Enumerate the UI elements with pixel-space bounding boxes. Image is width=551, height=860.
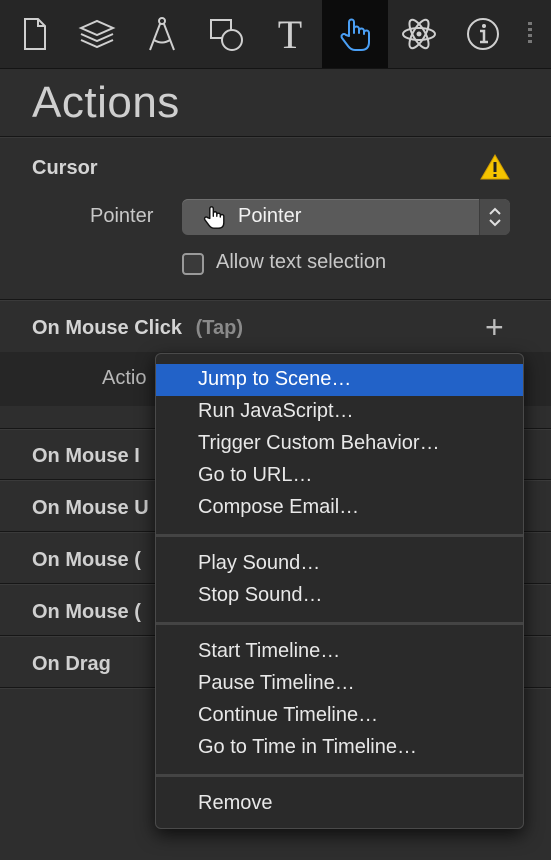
menu-item-compose-email[interactable]: Compose Email…	[156, 492, 523, 524]
menu-separator	[156, 774, 523, 777]
on-mouse-down-heading[interactable]: On Mouse I	[32, 445, 140, 468]
menu-item-jump-to-scene[interactable]: Jump to Scene…	[156, 364, 523, 396]
on-mouse-up-heading[interactable]: On Mouse U	[32, 497, 149, 520]
metrics-tab[interactable]	[131, 0, 193, 68]
text-tab[interactable]: T	[259, 0, 321, 68]
toolbar-overflow-grip[interactable]	[528, 22, 532, 46]
menu-item-go-to-url[interactable]: Go to URL…	[156, 460, 523, 492]
on-mouse-click-heading: On Mouse Click (Tap)	[32, 317, 243, 340]
inspector-toolbar: T	[0, 0, 551, 69]
add-action-button[interactable]: +	[485, 311, 504, 343]
info-icon	[467, 18, 499, 50]
shapes-icon	[210, 19, 243, 51]
pointer-label: Pointer	[90, 205, 154, 227]
menu-item-trigger-custom-behavior[interactable]: Trigger Custom Behavior…	[156, 428, 523, 460]
document-tab[interactable]	[4, 0, 66, 68]
allow-text-selection-label[interactable]: Allow text selection	[216, 251, 386, 274]
menu-item-pause-timeline[interactable]: Pause Timeline…	[156, 668, 523, 700]
action-popup-menu: Jump to Scene… Run JavaScript… Trigger C…	[155, 353, 524, 829]
menu-item-stop-sound[interactable]: Stop Sound…	[156, 580, 523, 612]
warning-icon[interactable]	[480, 153, 510, 181]
divider	[0, 136, 551, 138]
atom-icon	[402, 18, 436, 50]
action-label: Actio	[102, 367, 147, 389]
compass-icon	[149, 17, 175, 51]
document-icon	[24, 18, 46, 50]
menu-item-remove[interactable]: Remove	[156, 788, 523, 820]
scene-tab[interactable]	[66, 0, 128, 68]
menu-item-start-timeline[interactable]: Start Timeline…	[156, 636, 523, 668]
pointer-select-value: Pointer	[238, 205, 302, 227]
hand-pointer-icon	[340, 18, 370, 51]
layers-icon	[78, 19, 116, 49]
select-arrows-icon	[479, 199, 510, 235]
menu-item-play-sound[interactable]: Play Sound…	[156, 548, 523, 580]
menu-separator	[156, 622, 523, 625]
actions-tab[interactable]	[322, 0, 388, 68]
pointer-select[interactable]: Pointer	[182, 199, 510, 235]
element-tab[interactable]	[195, 0, 257, 68]
on-mouse-out-heading[interactable]: On Mouse (	[32, 601, 141, 624]
menu-item-continue-timeline[interactable]: Continue Timeline…	[156, 700, 523, 732]
info-tab[interactable]	[452, 0, 514, 68]
text-icon: T	[277, 11, 303, 57]
on-drag-heading[interactable]: On Drag	[32, 653, 111, 676]
physics-tab[interactable]	[388, 0, 450, 68]
on-mouse-over-heading[interactable]: On Mouse (	[32, 549, 141, 572]
panel-title: Actions	[32, 78, 180, 127]
allow-text-selection-checkbox[interactable]	[182, 253, 204, 275]
tap-label: (Tap)	[195, 317, 243, 339]
cursor-heading: Cursor	[32, 157, 98, 179]
hand-cursor-icon	[200, 203, 228, 238]
on-mouse-click-label: On Mouse Click	[32, 317, 183, 339]
menu-separator	[156, 534, 523, 537]
menu-item-go-to-time-in-timeline[interactable]: Go to Time in Timeline…	[156, 732, 523, 764]
divider	[0, 299, 551, 301]
menu-item-run-javascript[interactable]: Run JavaScript…	[156, 396, 523, 428]
